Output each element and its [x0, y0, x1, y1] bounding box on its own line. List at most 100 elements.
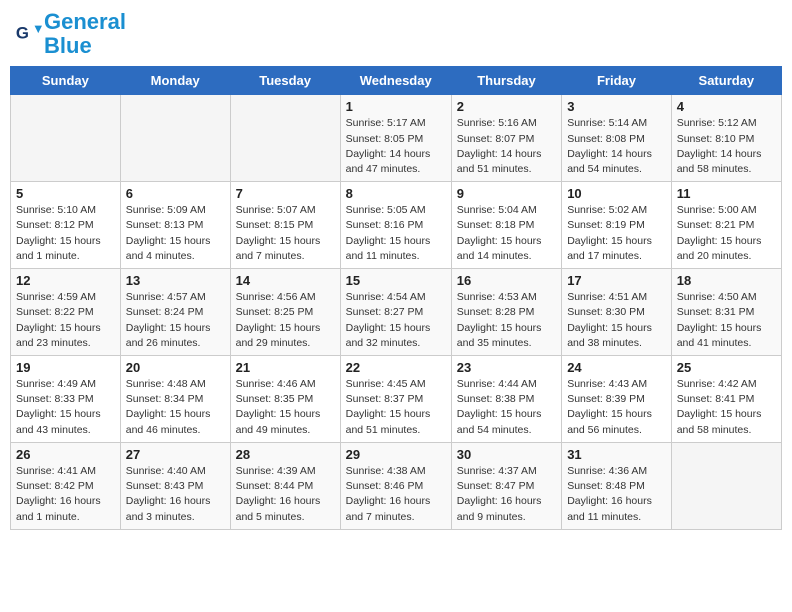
day-number: 1 [346, 99, 446, 114]
day-info: Sunrise: 4:48 AM Sunset: 8:34 PM Dayligh… [126, 377, 225, 438]
day-info: Sunrise: 4:37 AM Sunset: 8:47 PM Dayligh… [457, 464, 556, 525]
calendar-cell: 17Sunrise: 4:51 AM Sunset: 8:30 PM Dayli… [562, 269, 672, 356]
weekday-header: Wednesday [340, 67, 451, 95]
day-info: Sunrise: 5:10 AM Sunset: 8:12 PM Dayligh… [16, 203, 115, 264]
day-info: Sunrise: 4:38 AM Sunset: 8:46 PM Dayligh… [346, 464, 446, 525]
day-number: 30 [457, 447, 556, 462]
day-info: Sunrise: 5:16 AM Sunset: 8:07 PM Dayligh… [457, 116, 556, 177]
day-info: Sunrise: 5:14 AM Sunset: 8:08 PM Dayligh… [567, 116, 666, 177]
calendar-cell: 9 Sunrise: 5:04 AM Sunset: 8:18 PM Daylig… [451, 182, 561, 269]
calendar-cell: 20 Sunrise: 4:48 AM Sunset: 8:34 PM Dayli… [120, 356, 230, 443]
day-info: Sunrise: 4:40 AM Sunset: 8:43 PM Dayligh… [126, 464, 225, 525]
calendar-cell: 13 Sunrise: 4:57 AM Sunset: 8:24 PM Dayli… [120, 269, 230, 356]
day-number: 16 [457, 273, 556, 288]
day-info: Sunrise: 5:05 AM Sunset: 8:16 PM Dayligh… [346, 203, 446, 264]
day-number: 5 [16, 186, 115, 201]
page-header: G GeneralBlue [10, 10, 782, 58]
calendar-week-row: 5 Sunrise: 5:10 AM Sunset: 8:12 PM Daylig… [11, 182, 782, 269]
calendar-cell: 22Sunrise: 4:45 AM Sunset: 8:37 PM Dayli… [340, 356, 451, 443]
calendar-cell: 5 Sunrise: 5:10 AM Sunset: 8:12 PM Daylig… [11, 182, 121, 269]
calendar-cell: 6Sunrise: 5:09 AM Sunset: 8:13 PM Daylig… [120, 182, 230, 269]
calendar-cell: 3 Sunrise: 5:14 AM Sunset: 8:08 PM Daylig… [562, 95, 672, 182]
calendar-cell [671, 442, 781, 529]
calendar-cell: 8 Sunrise: 5:05 AM Sunset: 8:16 PM Daylig… [340, 182, 451, 269]
day-info: Sunrise: 4:54 AM Sunset: 8:27 PM Dayligh… [346, 290, 446, 351]
day-number: 29 [346, 447, 446, 462]
day-info: Sunrise: 4:44 AM Sunset: 8:38 PM Dayligh… [457, 377, 556, 438]
day-number: 7 [236, 186, 335, 201]
day-info: Sunrise: 4:56 AM Sunset: 8:25 PM Dayligh… [236, 290, 335, 351]
calendar-week-row: 19Sunrise: 4:49 AM Sunset: 8:33 PM Dayli… [11, 356, 782, 443]
calendar-week-row: 1 Sunrise: 5:17 AM Sunset: 8:05 PM Daylig… [11, 95, 782, 182]
day-info: Sunrise: 5:00 AM Sunset: 8:21 PM Dayligh… [677, 203, 776, 264]
day-info: Sunrise: 4:36 AM Sunset: 8:48 PM Dayligh… [567, 464, 666, 525]
day-info: Sunrise: 4:46 AM Sunset: 8:35 PM Dayligh… [236, 377, 335, 438]
day-number: 9 [457, 186, 556, 201]
day-number: 22 [346, 360, 446, 375]
calendar-cell: 14Sunrise: 4:56 AM Sunset: 8:25 PM Dayli… [230, 269, 340, 356]
day-number: 18 [677, 273, 776, 288]
calendar-cell: 19Sunrise: 4:49 AM Sunset: 8:33 PM Dayli… [11, 356, 121, 443]
calendar-cell: 18Sunrise: 4:50 AM Sunset: 8:31 PM Dayli… [671, 269, 781, 356]
day-info: Sunrise: 4:39 AM Sunset: 8:44 PM Dayligh… [236, 464, 335, 525]
weekday-header: Saturday [671, 67, 781, 95]
day-number: 17 [567, 273, 666, 288]
calendar-cell: 27Sunrise: 4:40 AM Sunset: 8:43 PM Dayli… [120, 442, 230, 529]
calendar-cell: 24 Sunrise: 4:43 AM Sunset: 8:39 PM Dayli… [562, 356, 672, 443]
day-info: Sunrise: 4:43 AM Sunset: 8:39 PM Dayligh… [567, 377, 666, 438]
calendar-week-row: 12 Sunrise: 4:59 AM Sunset: 8:22 PM Dayli… [11, 269, 782, 356]
calendar-cell: 30 Sunrise: 4:37 AM Sunset: 8:47 PM Dayli… [451, 442, 561, 529]
weekday-header: Sunday [11, 67, 121, 95]
day-number: 25 [677, 360, 776, 375]
logo: G GeneralBlue [14, 10, 126, 58]
day-info: Sunrise: 5:17 AM Sunset: 8:05 PM Dayligh… [346, 116, 446, 177]
day-number: 21 [236, 360, 335, 375]
day-number: 2 [457, 99, 556, 114]
calendar-cell [120, 95, 230, 182]
day-number: 31 [567, 447, 666, 462]
calendar-cell: 7 Sunrise: 5:07 AM Sunset: 8:15 PM Daylig… [230, 182, 340, 269]
calendar-cell: 12 Sunrise: 4:59 AM Sunset: 8:22 PM Dayli… [11, 269, 121, 356]
day-info: Sunrise: 5:02 AM Sunset: 8:19 PM Dayligh… [567, 203, 666, 264]
calendar-week-row: 26Sunrise: 4:41 AM Sunset: 8:42 PM Dayli… [11, 442, 782, 529]
day-number: 10 [567, 186, 666, 201]
weekday-header: Friday [562, 67, 672, 95]
calendar-cell: 2 Sunrise: 5:16 AM Sunset: 8:07 PM Daylig… [451, 95, 561, 182]
calendar-cell: 21 Sunrise: 4:46 AM Sunset: 8:35 PM Dayli… [230, 356, 340, 443]
day-info: Sunrise: 5:04 AM Sunset: 8:18 PM Dayligh… [457, 203, 556, 264]
weekday-header: Tuesday [230, 67, 340, 95]
day-info: Sunrise: 4:57 AM Sunset: 8:24 PM Dayligh… [126, 290, 225, 351]
calendar-cell [11, 95, 121, 182]
calendar-cell: 10 Sunrise: 5:02 AM Sunset: 8:19 PM Dayli… [562, 182, 672, 269]
logo-text: GeneralBlue [44, 10, 126, 58]
day-info: Sunrise: 4:42 AM Sunset: 8:41 PM Dayligh… [677, 377, 776, 438]
calendar-cell: 11Sunrise: 5:00 AM Sunset: 8:21 PM Dayli… [671, 182, 781, 269]
calendar-cell: 1 Sunrise: 5:17 AM Sunset: 8:05 PM Daylig… [340, 95, 451, 182]
day-number: 24 [567, 360, 666, 375]
svg-text:G: G [16, 24, 29, 43]
calendar-cell: 26Sunrise: 4:41 AM Sunset: 8:42 PM Dayli… [11, 442, 121, 529]
day-info: Sunrise: 4:59 AM Sunset: 8:22 PM Dayligh… [16, 290, 115, 351]
day-info: Sunrise: 4:53 AM Sunset: 8:28 PM Dayligh… [457, 290, 556, 351]
day-number: 12 [16, 273, 115, 288]
day-number: 3 [567, 99, 666, 114]
calendar-cell: 4Sunrise: 5:12 AM Sunset: 8:10 PM Daylig… [671, 95, 781, 182]
calendar-cell: 23 Sunrise: 4:44 AM Sunset: 8:38 PM Dayli… [451, 356, 561, 443]
day-number: 20 [126, 360, 225, 375]
calendar-cell: 16 Sunrise: 4:53 AM Sunset: 8:28 PM Dayli… [451, 269, 561, 356]
day-info: Sunrise: 5:07 AM Sunset: 8:15 PM Dayligh… [236, 203, 335, 264]
calendar-cell: 28Sunrise: 4:39 AM Sunset: 8:44 PM Dayli… [230, 442, 340, 529]
day-number: 4 [677, 99, 776, 114]
calendar-cell: 31 Sunrise: 4:36 AM Sunset: 8:48 PM Dayli… [562, 442, 672, 529]
calendar-table: SundayMondayTuesdayWednesdayThursdayFrid… [10, 66, 782, 529]
calendar-cell [230, 95, 340, 182]
day-number: 23 [457, 360, 556, 375]
calendar-cell: 25 Sunrise: 4:42 AM Sunset: 8:41 PM Dayli… [671, 356, 781, 443]
day-number: 6 [126, 186, 225, 201]
calendar-cell: 15Sunrise: 4:54 AM Sunset: 8:27 PM Dayli… [340, 269, 451, 356]
day-info: Sunrise: 4:41 AM Sunset: 8:42 PM Dayligh… [16, 464, 115, 525]
day-number: 19 [16, 360, 115, 375]
day-number: 13 [126, 273, 225, 288]
calendar-cell: 29 Sunrise: 4:38 AM Sunset: 8:46 PM Dayli… [340, 442, 451, 529]
day-number: 8 [346, 186, 446, 201]
